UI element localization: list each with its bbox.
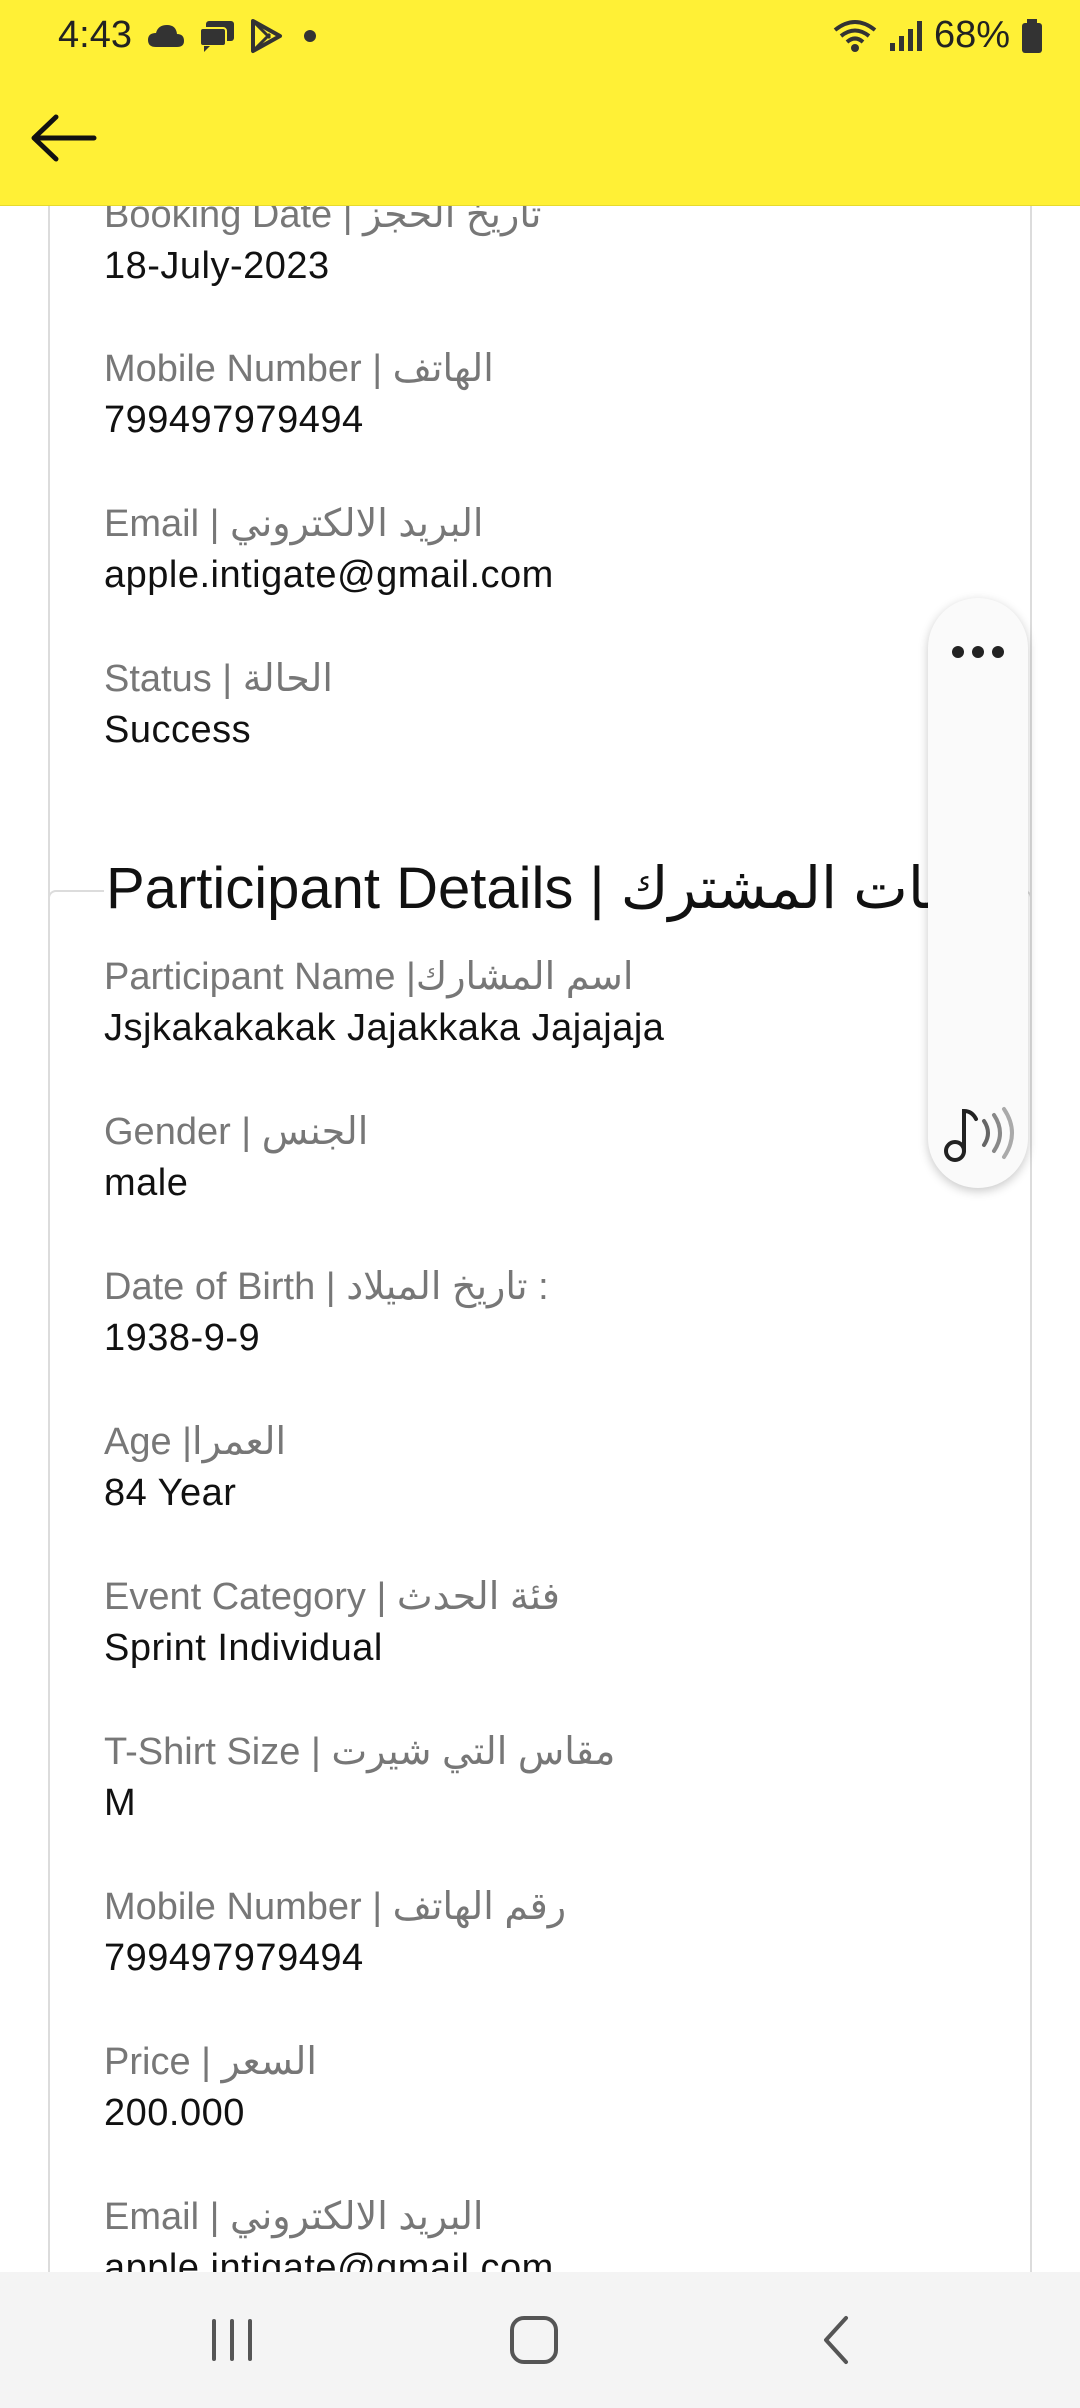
booking-mobile-field: Mobile Number | الهاتف 799497979494 <box>104 346 494 442</box>
chat-icon <box>199 21 234 52</box>
dot-icon <box>304 30 316 42</box>
booking-status-field: Status | الحالة Success <box>104 656 333 752</box>
recent-apps-button[interactable] <box>172 2302 292 2378</box>
tshirt-size-field: T-Shirt Size | مقاس التي شيرت M <box>104 1729 615 1825</box>
booking-email-label: Email | البريد الالكتروني <box>104 503 484 545</box>
event-category-value: Sprint Individual <box>104 1627 383 1669</box>
booking-email-field: Email | البريد الالكتروني apple.intigate… <box>104 501 554 597</box>
tshirt-size-label: T-Shirt Size | مقاس التي شيرت <box>104 1731 616 1773</box>
arrow-left-icon <box>31 114 97 162</box>
app-header: 4:43 68% <box>0 0 1080 206</box>
age-label: Age |العمرا <box>104 1421 287 1463</box>
date-of-birth-field: Date of Birth | تاريخ الميلاد : 1938-9-9 <box>104 1264 549 1360</box>
status-time: 4:43 <box>58 14 132 56</box>
music-audio-icon[interactable] <box>942 1103 1018 1163</box>
booking-date-field: Booking Date | تاريخ الحجز 18-July-2023 <box>104 206 541 288</box>
booking-status-label: Status | الحالة <box>104 658 333 700</box>
more-dots-icon[interactable] <box>928 638 1028 662</box>
booking-mobile-value: 799497979494 <box>104 399 364 441</box>
participant-email-field: Email | البريد الالكتروني apple.intigate… <box>104 2194 554 2272</box>
tshirt-size-value: M <box>104 1782 137 1824</box>
back-nav-icon <box>824 2316 848 2364</box>
status-system-icons: 68% <box>832 14 1044 57</box>
battery-icon <box>1022 18 1042 53</box>
back-nav-button[interactable] <box>776 2302 896 2378</box>
recent-apps-icon <box>212 2319 252 2361</box>
signal-icon <box>889 20 922 51</box>
cloud-icon <box>148 25 184 47</box>
price-field: Price | السعر 200.000 <box>104 2039 317 2135</box>
participant-section-title: Participant Details | بيانات المشترك <box>104 854 999 922</box>
back-button[interactable] <box>22 96 106 180</box>
booking-details-content[interactable]: Booking Date | تاريخ الحجز 18-July-2023 … <box>0 206 1080 2272</box>
event-category-field: Event Category | فئة الحدث Sprint Indivi… <box>104 1574 560 1670</box>
date-of-birth-value: 1938-9-9 <box>104 1317 261 1359</box>
gender-value: male <box>104 1162 189 1204</box>
age-value: 84 Year <box>104 1472 237 1514</box>
participant-mobile-field: Mobile Number | رقم الهاتف 799497979494 <box>104 1884 566 1980</box>
home-icon <box>510 2316 558 2364</box>
event-category-label: Event Category | فئة الحدث <box>104 1576 560 1618</box>
booking-mobile-label: Mobile Number | الهاتف <box>104 348 494 390</box>
booking-date-label: Booking Date | تاريخ الحجز <box>104 206 542 236</box>
age-field: Age |العمرا 84 Year <box>104 1419 286 1515</box>
participant-email-value: apple.intigate@gmail.com <box>104 2247 554 2272</box>
participant-name-value: Jsjkakakakak Jajakkaka Jajajaja <box>104 1007 665 1049</box>
participant-email-label: Email | البريد الالكتروني <box>104 2196 484 2238</box>
booking-date-value: 18-July-2023 <box>104 245 330 287</box>
status-bar: 4:43 68% <box>0 0 1080 72</box>
system-navigation-bar <box>0 2272 1080 2408</box>
date-of-birth-label: Date of Birth | تاريخ الميلاد : <box>104 1266 549 1308</box>
more-dots-glyph <box>952 646 1004 658</box>
floating-side-panel[interactable] <box>928 598 1028 1188</box>
participant-mobile-label: Mobile Number | رقم الهاتف <box>104 1886 567 1928</box>
participant-mobile-value: 799497979494 <box>104 1937 364 1979</box>
wifi-icon <box>833 19 877 52</box>
status-notification-icons <box>146 18 324 54</box>
booking-status-value: Success <box>104 709 252 751</box>
price-label: Price | السعر <box>104 2041 317 2083</box>
participant-name-field: Participant Name |اسم المشارك Jsjkakakak… <box>104 954 664 1050</box>
home-button[interactable] <box>474 2302 594 2378</box>
gender-label: Gender | الجنس <box>104 1111 369 1153</box>
gender-field: Gender | الجنس male <box>104 1109 368 1205</box>
booking-email-value: apple.intigate@gmail.com <box>104 554 554 596</box>
price-value: 200.000 <box>104 2092 245 2134</box>
play-store-icon <box>251 19 282 53</box>
battery-percentage: 68% <box>933 14 1010 56</box>
participant-name-label: Participant Name |اسم المشارك <box>104 956 634 998</box>
